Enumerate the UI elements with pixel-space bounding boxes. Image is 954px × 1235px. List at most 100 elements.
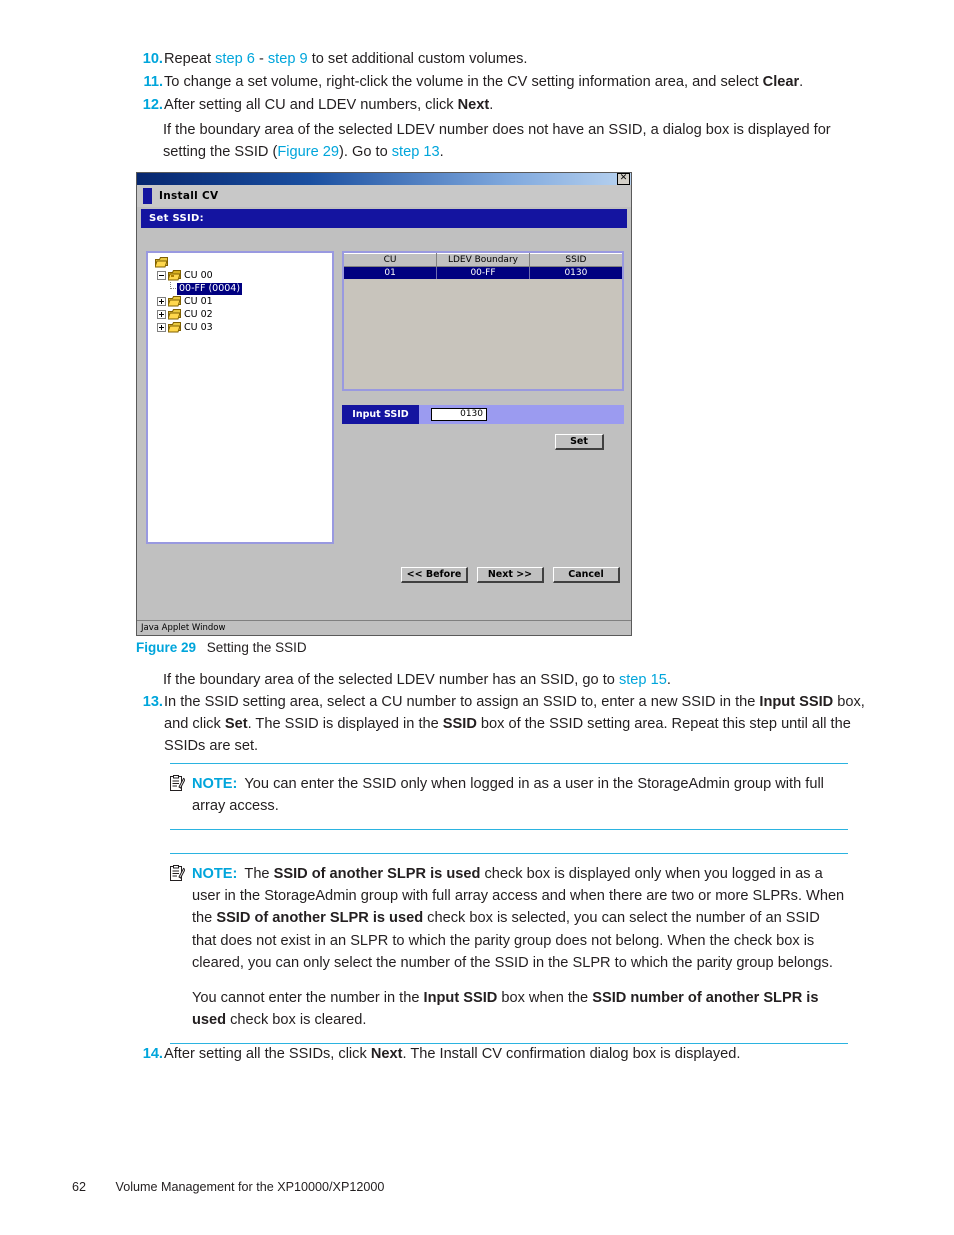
cu-tree: CU 00 00-FF (0004) CU 01 CU 02 CU 03 [148,253,332,334]
text-run: check box is cleared. [226,1012,367,1029]
dialog-title-row: Install CV [137,185,631,207]
step-text: To change a set volume, right-click the … [164,71,866,93]
note-clipboard-icon [170,773,192,797]
steps-middle: 13. In the SSID setting area, select a C… [136,691,866,759]
tree-node[interactable]: CU 03 [152,321,332,334]
cell-ssid: 0130 [529,266,622,279]
close-icon[interactable]: ✕ [617,173,630,185]
text-run: . The Install CV confirmation dialog box… [402,1046,741,1062]
cross-reference-link[interactable]: step 15 [619,672,667,688]
note-divider-bottom [170,829,848,831]
text-run: . [666,672,671,688]
tree-node-label: CU 03 [184,321,213,333]
text-run: box when the [497,989,593,1006]
column-header-ldev-boundary[interactable]: LDEV Boundary [436,253,530,267]
note-content: NOTE: The SSID of another SLPR is used ch… [170,854,848,1043]
step-text: Repeat step 6 - step 9 to set additional… [164,48,866,70]
cu-tree-panel[interactable]: CU 00 00-FF (0004) CU 01 CU 02 CU 03 [146,251,334,544]
step-text: After setting all the SSIDs, click Next.… [164,1043,866,1065]
note-text: NOTE: You can enter the SSID only when lo… [192,773,848,817]
emphasis: Input SSID [759,694,834,710]
cell-cu: 01 [344,266,438,279]
text-run: After setting all CU and LDEV numbers, c… [164,97,458,114]
cross-reference-link[interactable]: step 9 [268,51,308,67]
emphasis: Clear [762,74,800,91]
step-number: 12. [142,97,163,114]
text-run: If the boundary area of the selected LDE… [163,672,619,688]
table-row[interactable]: 01 00-FF 0130 [344,266,622,279]
text-run: The [244,866,274,882]
root-folder-icon [155,257,168,268]
next-button[interactable]: Next >> [477,567,544,583]
folder-icon [168,322,181,333]
dialog-footer-buttons: << Before Next >> Cancel [137,567,631,583]
step-item-14: 14. After setting all the SSIDs, click N… [136,1043,866,1065]
step-text: After setting all CU and LDEV numbers, c… [164,94,866,116]
text-run: If the boundary area of the selected LDE… [163,121,831,160]
tree-node-label: CU 00 [184,269,213,281]
column-header-cu[interactable]: CU [344,253,438,267]
set-ssid-label: Set SSID: [149,213,204,224]
collapse-icon[interactable] [157,271,166,280]
step-item-12: 12. After setting all CU and LDEV number… [136,94,866,116]
set-ssid-section-bar: Set SSID: [141,209,627,228]
text-run: . [439,143,444,160]
ssid-table: CU LDEV Boundary SSID 01 00-FF 0130 [344,253,622,279]
cell-ldev-boundary: 00-FF [436,266,530,279]
dialog-title-bar: ✕ [137,173,631,185]
step-number: 11. [143,74,163,91]
input-ssid-field[interactable]: 0130 [431,408,487,421]
expand-icon[interactable] [157,323,166,332]
tree-node[interactable]: CU 02 [152,308,332,321]
cross-reference-link[interactable]: step 6 [215,51,255,67]
tree-node[interactable]: CU 01 [152,295,332,308]
note-keyword: NOTE: [192,866,238,882]
text-run: After setting all the SSIDs, click [164,1046,371,1062]
text-run: to set additional custom volumes. [307,51,528,67]
step-item-10: 10. Repeat step 6 - step 9 to set additi… [136,48,866,70]
folder-icon [168,296,181,307]
tree-node-list: CU 00 00-FF (0004) CU 01 CU 02 CU 03 [152,269,332,334]
input-ssid-row: Input SSID 0130 [342,405,624,424]
cross-reference-link[interactable]: step 13 [392,144,440,160]
set-button[interactable]: Set [555,434,604,450]
text-run: - [254,51,268,67]
note-body-2: You cannot enter the number in the Input… [192,987,848,1031]
emphasis: SSID [442,716,477,733]
step-12-detail: If the boundary area of the selected LDE… [163,119,866,163]
expand-icon[interactable] [157,310,166,319]
text-run: . [489,97,494,114]
before-button[interactable]: << Before [401,567,468,583]
ssid-table-panel[interactable]: CU LDEV Boundary SSID 01 00-FF 0130 [342,251,624,391]
cancel-button[interactable]: Cancel [553,567,620,583]
tree-node-label: CU 02 [184,308,213,320]
note-clipboard-icon [170,863,192,887]
figure-label: Figure 29 [136,640,197,655]
text-run: . The SSID is displayed in the [247,716,443,733]
cross-reference-link[interactable]: Figure 29 [277,144,339,160]
text-run: ). Go to [339,143,392,160]
column-header-ssid[interactable]: SSID [529,253,622,267]
text-run: To change a set volume, right-click the … [164,74,763,91]
tree-node[interactable]: 00-FF (0004) [152,282,332,295]
text-run: In the SSID setting area, select a CU nu… [164,694,760,710]
tree-node[interactable]: CU 00 [152,269,332,282]
step-item-13: 13. In the SSID setting area, select a C… [136,691,866,758]
steps-top: 10. Repeat step 6 - step 9 to set additi… [136,48,866,163]
emphasis: SSID of another SLPR is used [273,866,481,882]
text-run: You cannot enter the number in the [192,989,424,1006]
expand-icon[interactable] [157,297,166,306]
emphasis: Next [457,97,490,114]
step-number: 10. [142,51,163,67]
step-text: In the SSID setting area, select a CU nu… [164,691,866,758]
tree-node-label: 00-FF (0004) [177,282,243,295]
install-cv-dialog: ✕ Install CV Set SSID: CU 00 00-FF (0004… [136,172,632,636]
tree-connector [166,282,176,295]
document-page: 10. Repeat step 6 - step 9 to set additi… [0,0,954,1235]
note-text: NOTE: The SSID of another SLPR is used ch… [192,863,848,1031]
folder-icon [168,309,181,320]
figure-caption-text: Setting the SSID [206,640,307,655]
tree-root-node[interactable] [152,256,332,269]
note-keyword: NOTE: [192,776,238,792]
note-block-1: NOTE: You can enter the SSID only when lo… [170,763,848,831]
